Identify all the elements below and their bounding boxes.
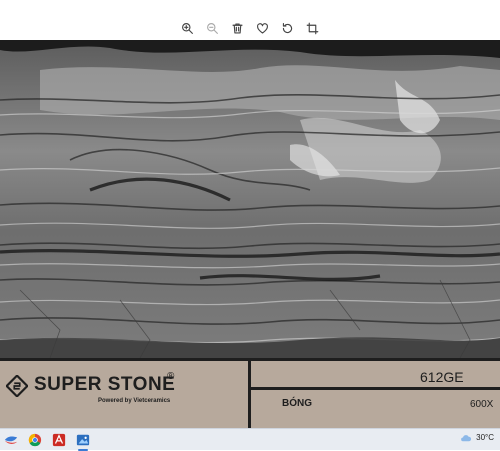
acrobat-taskbar-button[interactable] bbox=[51, 432, 67, 448]
zoom-out-button[interactable] bbox=[203, 19, 221, 37]
trash-icon bbox=[231, 22, 243, 34]
favorite-button[interactable] bbox=[253, 19, 271, 37]
heart-icon bbox=[256, 22, 268, 34]
crop-icon bbox=[306, 22, 318, 34]
windows-start-icon bbox=[4, 436, 18, 444]
brand-name: SUPER STONE bbox=[34, 374, 176, 395]
label-divider-horizontal bbox=[251, 387, 500, 390]
image-canvas[interactable]: SUPER STONE ® Powered by Vietceramics 61… bbox=[0, 40, 500, 428]
zoom-in-button[interactable] bbox=[178, 19, 196, 37]
marble-stone-image bbox=[0, 40, 500, 358]
super-stone-logo-icon bbox=[6, 375, 28, 397]
start-button[interactable] bbox=[3, 432, 19, 448]
taskbar: 30°C bbox=[0, 428, 500, 451]
registered-mark: ® bbox=[167, 371, 175, 382]
photos-taskbar-button[interactable] bbox=[75, 432, 91, 451]
brand-block: SUPER STONE ® Powered by Vietceramics bbox=[0, 361, 248, 428]
zoom-out-icon bbox=[206, 22, 218, 34]
rotate-icon bbox=[282, 22, 292, 33]
temperature-text: 30°C bbox=[476, 433, 494, 442]
delete-button[interactable] bbox=[228, 19, 246, 37]
cloud-icon bbox=[461, 435, 472, 442]
photos-icon bbox=[76, 434, 90, 446]
label-divider-vertical bbox=[248, 361, 251, 428]
crop-button[interactable] bbox=[303, 19, 321, 37]
chrome-taskbar-button[interactable] bbox=[27, 432, 43, 448]
product-code: 612GE bbox=[420, 369, 464, 385]
rotate-button[interactable] bbox=[278, 19, 296, 37]
surface-finish: BÓNG bbox=[282, 398, 312, 409]
tile-label-panel: SUPER STONE ® Powered by Vietceramics 61… bbox=[0, 358, 500, 428]
chrome-icon bbox=[28, 433, 42, 447]
zoom-in-icon bbox=[181, 22, 193, 34]
tile-size: 600X bbox=[470, 399, 494, 410]
image-viewer-toolbar bbox=[0, 0, 500, 40]
acrobat-icon bbox=[52, 433, 66, 447]
weather-widget[interactable]: 30°C bbox=[460, 433, 494, 442]
brand-tagline: Powered by Vietceramics bbox=[98, 398, 171, 404]
